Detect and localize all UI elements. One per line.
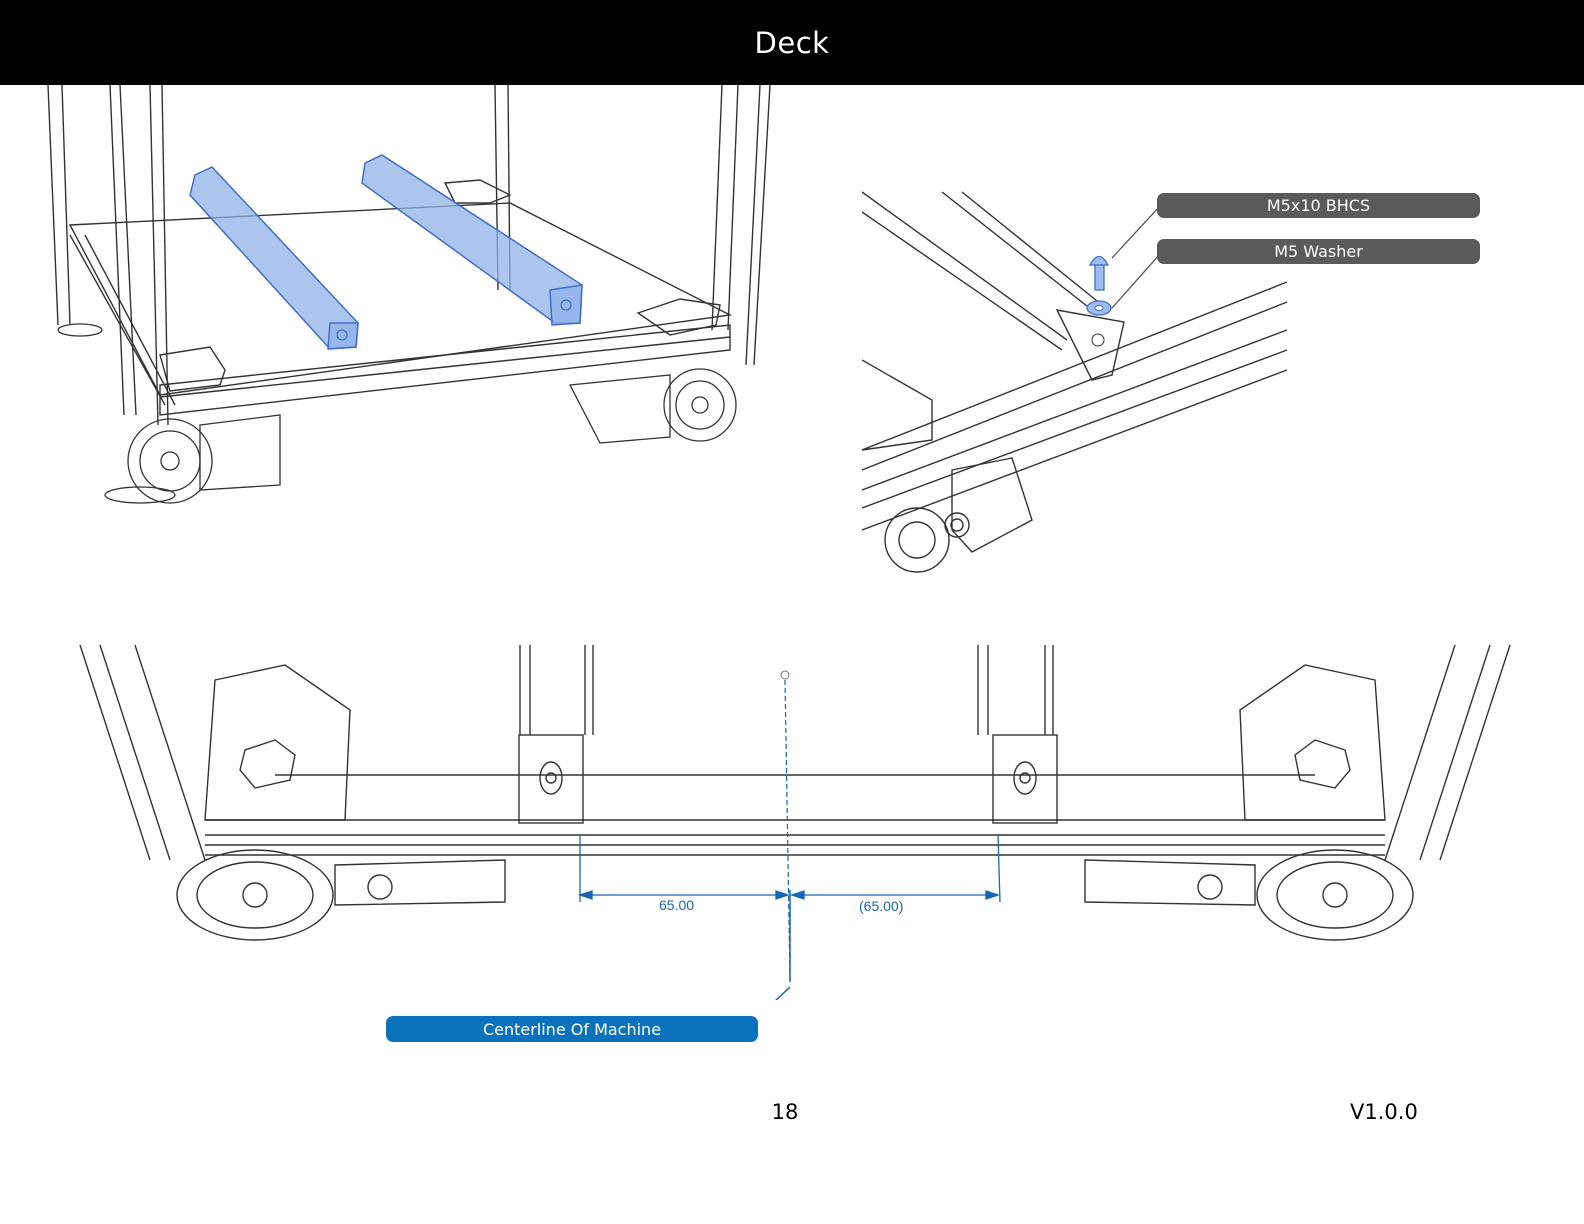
centerline-callout: Centerline Of Machine [386, 1016, 758, 1042]
left-dimension-label: 65.00 [659, 897, 694, 913]
screw-callout-label: M5x10 BHCS [1266, 196, 1371, 215]
washer-callout: M5 Washer [1157, 239, 1480, 264]
version-label: V1.0.0 [1350, 1100, 1418, 1124]
page-number: 18 [771, 1100, 799, 1124]
frame-overview-illustration [40, 85, 780, 515]
centerline-callout-label: Centerline Of Machine [482, 1019, 662, 1039]
washer-callout-label: M5 Washer [1274, 242, 1363, 261]
screw-callout: M5x10 BHCS [1157, 193, 1480, 218]
page-header: Deck [0, 0, 1584, 85]
right-dimension-label: (65.00) [859, 898, 903, 914]
page-title: Deck [754, 25, 830, 60]
front-view-dimension-illustration: 65.00 (65.00) [75, 640, 1515, 1000]
